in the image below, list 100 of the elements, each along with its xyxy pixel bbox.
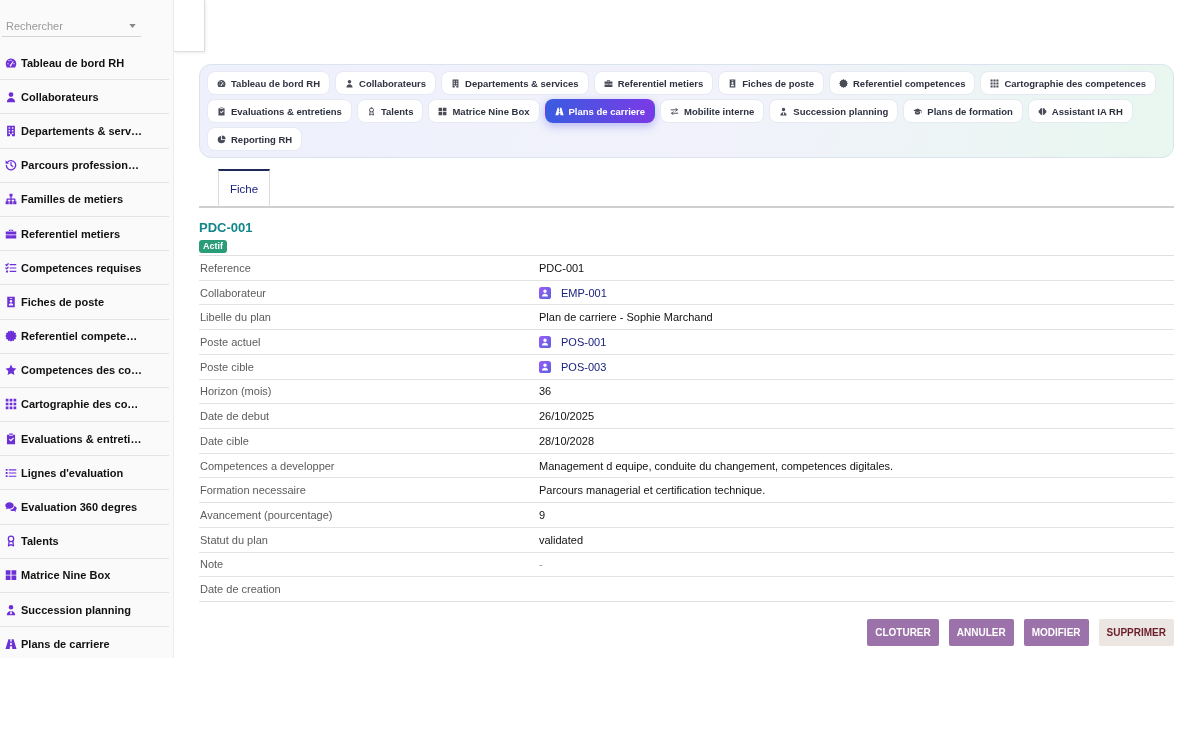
field-label: Date de debut	[199, 410, 271, 423]
sidebar-item[interactable]: Referentiel metiers	[0, 216, 169, 252]
module-tab[interactable]: Collaborateurs	[335, 71, 437, 95]
gauge-icon	[217, 78, 226, 88]
module-tab[interactable]: Succession planning	[769, 99, 899, 123]
field-value: 9	[539, 509, 546, 522]
sidebar-item[interactable]: Plans de carriere	[0, 627, 169, 658]
medal-icon	[5, 535, 17, 548]
clock-arrow-icon	[5, 159, 17, 172]
sidebar-item[interactable]: Familles de metiers	[0, 182, 169, 217]
field-label: Note	[199, 558, 225, 571]
sidebar-item[interactable]: Competences requises	[0, 251, 169, 286]
module-tab[interactable]: Mobilite interne	[660, 99, 765, 123]
field-label: Avancement (pourcentage)	[199, 509, 334, 522]
briefcase-icon	[603, 78, 613, 88]
sidebar-item[interactable]: Competences des co…	[0, 353, 169, 388]
sidebar-item[interactable]: Evaluation 360 degres	[0, 490, 169, 525]
caret-icon[interactable]	[129, 24, 136, 28]
person-icon	[345, 78, 355, 88]
sidebar-item[interactable]: Talents	[0, 524, 169, 559]
person-tie-icon	[779, 106, 789, 116]
field-label: Collaborateur	[199, 286, 268, 299]
dot-grid-icon	[5, 398, 17, 411]
field-value: -	[539, 558, 543, 571]
field-label: Date cible	[199, 434, 250, 447]
field-label: Libelle du plan	[199, 311, 272, 324]
medal-icon	[366, 106, 376, 116]
field-label: Reference	[199, 261, 252, 274]
star-icon	[5, 364, 17, 377]
chat-bubbles-icon	[5, 501, 17, 514]
person-icon	[5, 90, 17, 103]
module-tab[interactable]: Tableau de bord RH	[207, 71, 331, 95]
field-label: Competences a developper	[199, 459, 336, 472]
record-title: PDC-001	[199, 219, 254, 237]
swap-arrows-icon	[670, 106, 680, 116]
building-icon	[5, 124, 17, 137]
sidebar-item[interactable]: Lignes d'evaluation	[0, 456, 169, 491]
building-icon	[451, 78, 461, 88]
record-tab[interactable]: Fiche	[218, 169, 271, 206]
sidebar-item[interactable]: Fiches de poste	[0, 285, 169, 320]
org-chart-icon	[5, 193, 17, 206]
sidebar-item[interactable]: Parcours profession…	[0, 148, 169, 183]
field-label: Statut du plan	[199, 533, 269, 546]
sidebar-item[interactable]: Succession planning	[0, 593, 169, 628]
clipboard-check-icon	[217, 106, 226, 116]
id-badge-icon	[5, 295, 17, 308]
field-value: Plan de carriere - Sophie Marchand	[539, 311, 713, 324]
field-label: Date de creation	[199, 583, 282, 596]
gauge-icon	[5, 56, 17, 69]
dot-grid-icon	[990, 78, 1000, 88]
record-link[interactable]: POS-003	[539, 360, 607, 373]
pie-chart-icon	[217, 134, 226, 144]
module-tab[interactable]: Plans de formation	[903, 99, 1023, 123]
search-field[interactable]: Rechercher	[2, 16, 141, 37]
module-tab[interactable]: Referentiel competences	[829, 71, 976, 95]
action-button[interactable]: CLOTURER	[867, 619, 939, 647]
checklist-icon	[5, 261, 17, 274]
action-button[interactable]: SUPPRIMER	[1098, 619, 1174, 647]
field-value: Management d equipe, conduite du changement, competences digitales.	[539, 459, 894, 472]
action-button[interactable]: ANNULER	[948, 619, 1014, 647]
field-label: Horizon (mois)	[199, 385, 273, 398]
person-tie-icon	[5, 603, 17, 616]
brain-icon	[1037, 106, 1047, 116]
clipboard-check-icon	[5, 432, 17, 445]
sidebar-item[interactable]: Tableau de bord RH	[0, 46, 169, 81]
four-squares-icon	[5, 569, 17, 582]
id-badge-icon	[728, 78, 738, 88]
four-squares-icon	[438, 106, 448, 116]
sidebar-item[interactable]: Referentiel compete…	[0, 319, 169, 354]
graduation-cap-icon	[913, 106, 923, 116]
module-tab[interactable]: Plans de carriere	[544, 99, 656, 123]
sidebar-item[interactable]: Matrice Nine Box	[0, 558, 169, 593]
field-label: Formation necessaire	[199, 484, 307, 497]
field-label: Poste actuel	[199, 336, 262, 348]
field-value: validated	[539, 533, 584, 546]
module-tab[interactable]: Talents	[356, 99, 424, 123]
action-button[interactable]: MODIFIER	[1023, 619, 1089, 647]
sidebar-item[interactable]: Collaborateurs	[0, 80, 169, 115]
rosette-icon	[5, 330, 17, 343]
sidebar-item[interactable]: Departements & serv…	[0, 114, 169, 149]
module-tab[interactable]: Assistant IA RH	[1027, 99, 1133, 123]
road-icon	[554, 106, 564, 116]
sidebar-item[interactable]: Cartographie des co…	[0, 387, 169, 423]
module-tab[interactable]: Referentiel metiers	[593, 71, 714, 95]
module-tab[interactable]: Fiches de poste	[718, 71, 824, 95]
record-link[interactable]: POS-001	[539, 336, 607, 348]
field-value: Parcours managerial et certification technique.	[539, 484, 766, 497]
briefcase-icon	[5, 227, 17, 240]
module-tab[interactable]: Matrice Nine Box	[428, 99, 540, 123]
module-tab[interactable]: Cartographie des competences	[980, 71, 1156, 95]
module-tab[interactable]: Departements & services	[441, 71, 589, 95]
module-tab[interactable]: Evaluations & entretiens	[207, 99, 352, 123]
rosette-icon	[839, 78, 848, 88]
module-tab[interactable]: Reporting RH	[207, 127, 303, 151]
field-value: PDC-001	[539, 261, 585, 274]
record-link[interactable]: EMP-001	[539, 286, 607, 299]
field-value: 36	[539, 385, 552, 398]
list-icon	[5, 466, 17, 479]
field-value: 28/10/2028	[539, 434, 595, 447]
sidebar-item[interactable]: Evaluations & entreti…	[0, 422, 169, 457]
